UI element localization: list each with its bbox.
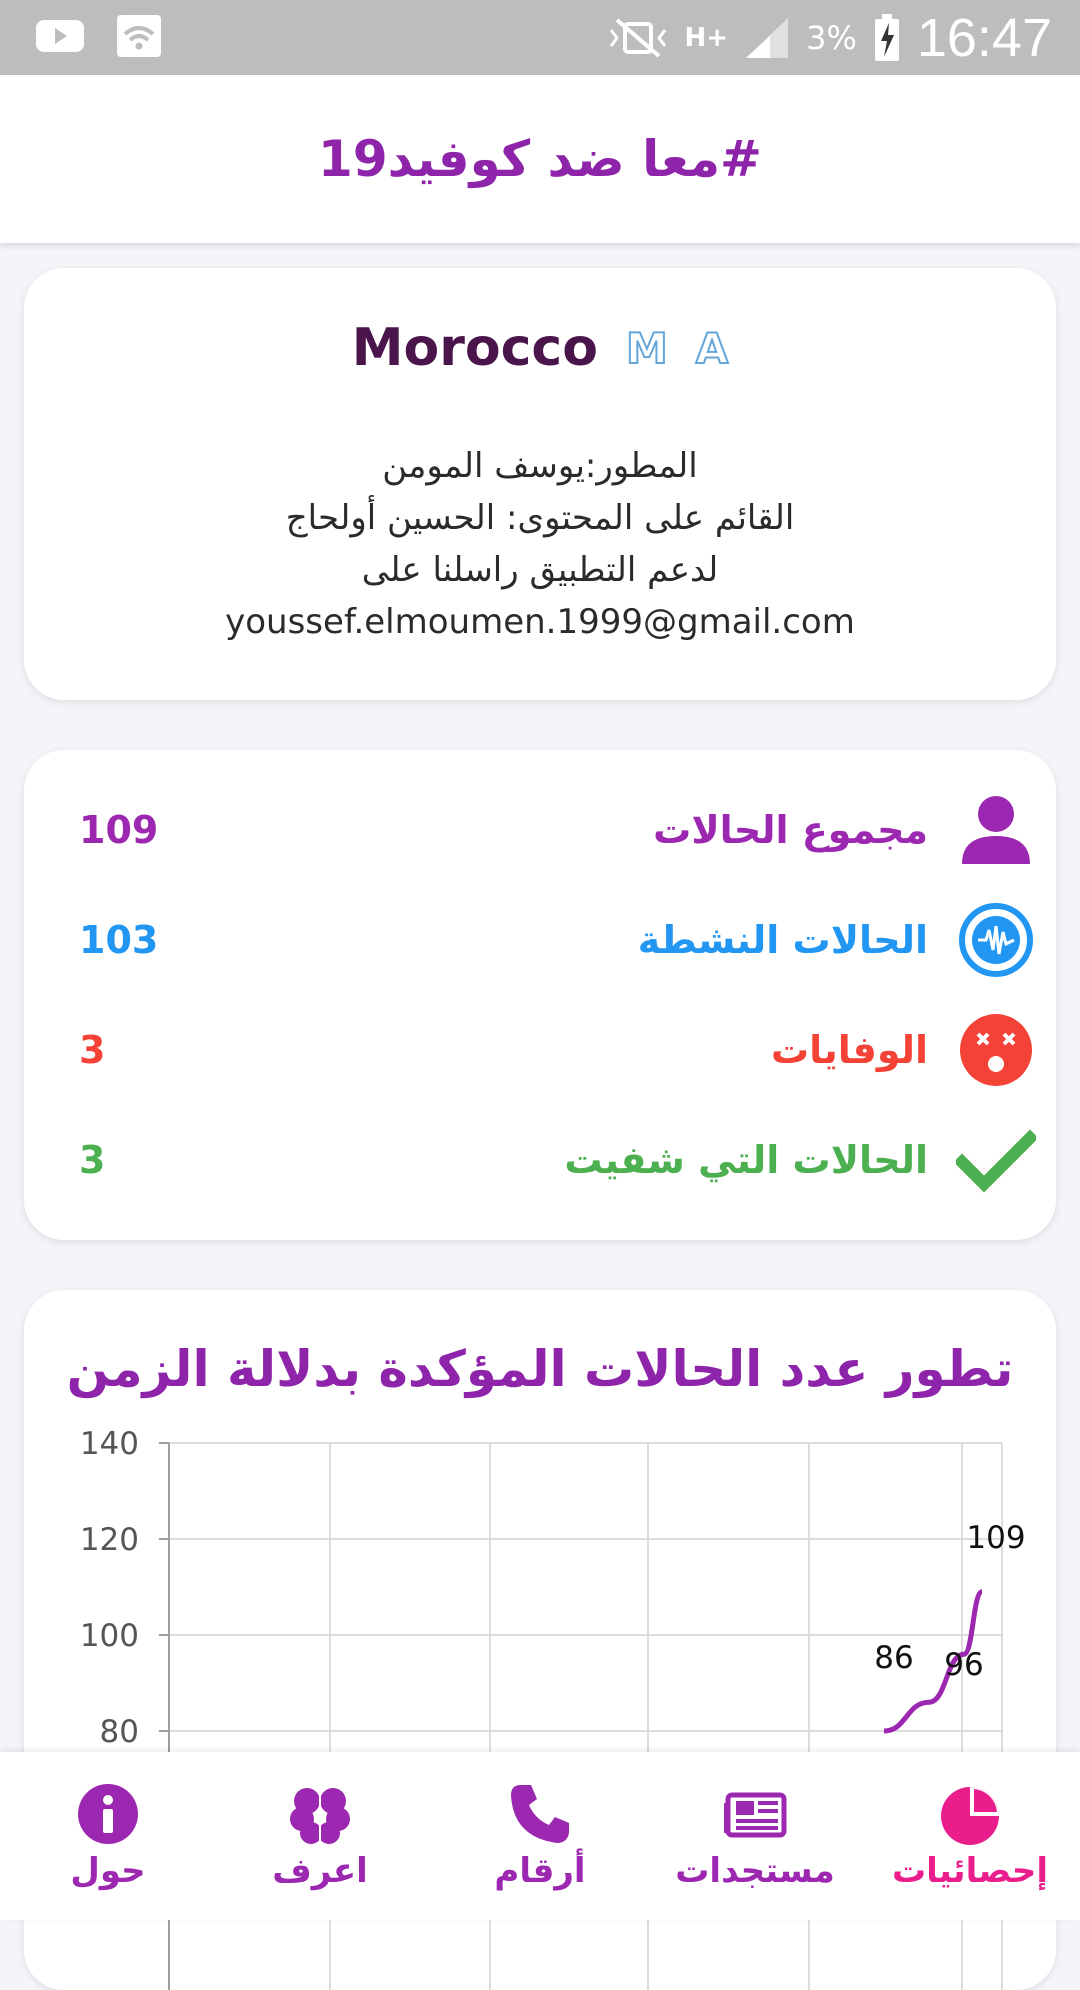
nav-label: مستجدات xyxy=(675,1851,835,1891)
bottom-nav: حول اعرف أرقام مستجدات إحصائيات xyxy=(0,1752,1080,1920)
stat-recovered: 3 الحالات التي شفيت xyxy=(24,1110,1056,1210)
stat-label: الحالات النشطة xyxy=(637,918,928,962)
stat-value: 103 xyxy=(79,918,159,962)
battery-charging-icon xyxy=(874,14,899,61)
stat-deaths: 3 الوفايات xyxy=(24,1000,1056,1100)
nav-label: إحصائيات xyxy=(891,1851,1048,1891)
app-bar: #معا ضد كوفيد19 xyxy=(0,75,1080,243)
stat-total-cases: 109 مجموع الحالات xyxy=(24,780,1056,880)
nav-label: حول xyxy=(70,1851,146,1891)
person-icon xyxy=(962,796,1030,864)
battery-percent: 3% xyxy=(806,19,857,57)
country-code-letter: A xyxy=(695,323,729,374)
developer-line: المطور:يوسف المومن xyxy=(382,446,698,486)
signal-icon xyxy=(746,18,789,58)
y-tick-label: 80 xyxy=(100,1714,139,1750)
data-label: 109 xyxy=(966,1520,1025,1556)
stats-card: 109 مجموع الحالات 103 الحالات النشطة 3 ا… xyxy=(24,750,1056,1240)
check-icon xyxy=(956,1129,1036,1193)
nav-news[interactable]: مستجدات xyxy=(655,1752,855,1920)
nav-label: اعرف xyxy=(272,1851,368,1891)
nav-label: أرقام xyxy=(494,1851,586,1891)
data-label: 86 xyxy=(874,1640,913,1676)
nav-statistics[interactable]: إحصائيات xyxy=(870,1752,1070,1920)
pie-chart-icon xyxy=(941,1787,999,1845)
y-tick-label: 120 xyxy=(80,1522,139,1558)
app-title: #معا ضد كوفيد19 xyxy=(318,130,762,188)
dead-face-icon xyxy=(960,1014,1032,1086)
phone-icon xyxy=(511,1785,569,1843)
vibrate-mute-icon xyxy=(609,18,666,58)
country-name: Morocco xyxy=(351,318,598,378)
nav-numbers[interactable]: أرقام xyxy=(440,1752,640,1920)
stat-label: مجموع الحالات xyxy=(653,808,928,852)
status-bar: H+ 3% 16:47 xyxy=(0,0,1080,75)
data-label: 96 xyxy=(944,1647,983,1683)
network-type: H+ xyxy=(684,23,729,53)
country-code-letter: M xyxy=(625,323,669,374)
nav-learn[interactable]: اعرف xyxy=(220,1752,420,1920)
stat-active-cases: 103 الحالات النشطة xyxy=(24,890,1056,990)
stat-label: الحالات التي شفيت xyxy=(564,1138,928,1182)
stat-value: 3 xyxy=(79,1028,106,1072)
stat-value: 3 xyxy=(79,1138,106,1182)
stat-value: 109 xyxy=(79,808,159,852)
support-line: لدعم التطبيق راسلنا على xyxy=(361,550,719,590)
nav-about[interactable]: حول xyxy=(8,1752,208,1920)
brain-icon xyxy=(290,1788,350,1844)
info-icon xyxy=(78,1784,138,1844)
country-header: Morocco M A xyxy=(24,318,1056,378)
youtube-icon xyxy=(36,20,84,52)
y-tick-label: 100 xyxy=(80,1618,139,1654)
contact-email[interactable]: youssef.elmoumen.1999@gmail.com xyxy=(24,596,1056,648)
clock: 16:47 xyxy=(916,8,1052,68)
stat-label: الوفايات xyxy=(771,1028,928,1072)
info-card: Morocco M A المطور:يوسف المومن القائم عل… xyxy=(24,268,1056,700)
credits-text: المطور:يوسف المومن القائم على المحتوى: ا… xyxy=(24,440,1056,648)
newspaper-icon xyxy=(724,1792,787,1838)
content-owner-line: القائم على المحتوى: الحسين أولحاج xyxy=(285,498,795,538)
virus-icon xyxy=(959,903,1033,977)
wifi-notification-icon xyxy=(117,15,161,57)
y-tick-label: 140 xyxy=(80,1426,139,1462)
